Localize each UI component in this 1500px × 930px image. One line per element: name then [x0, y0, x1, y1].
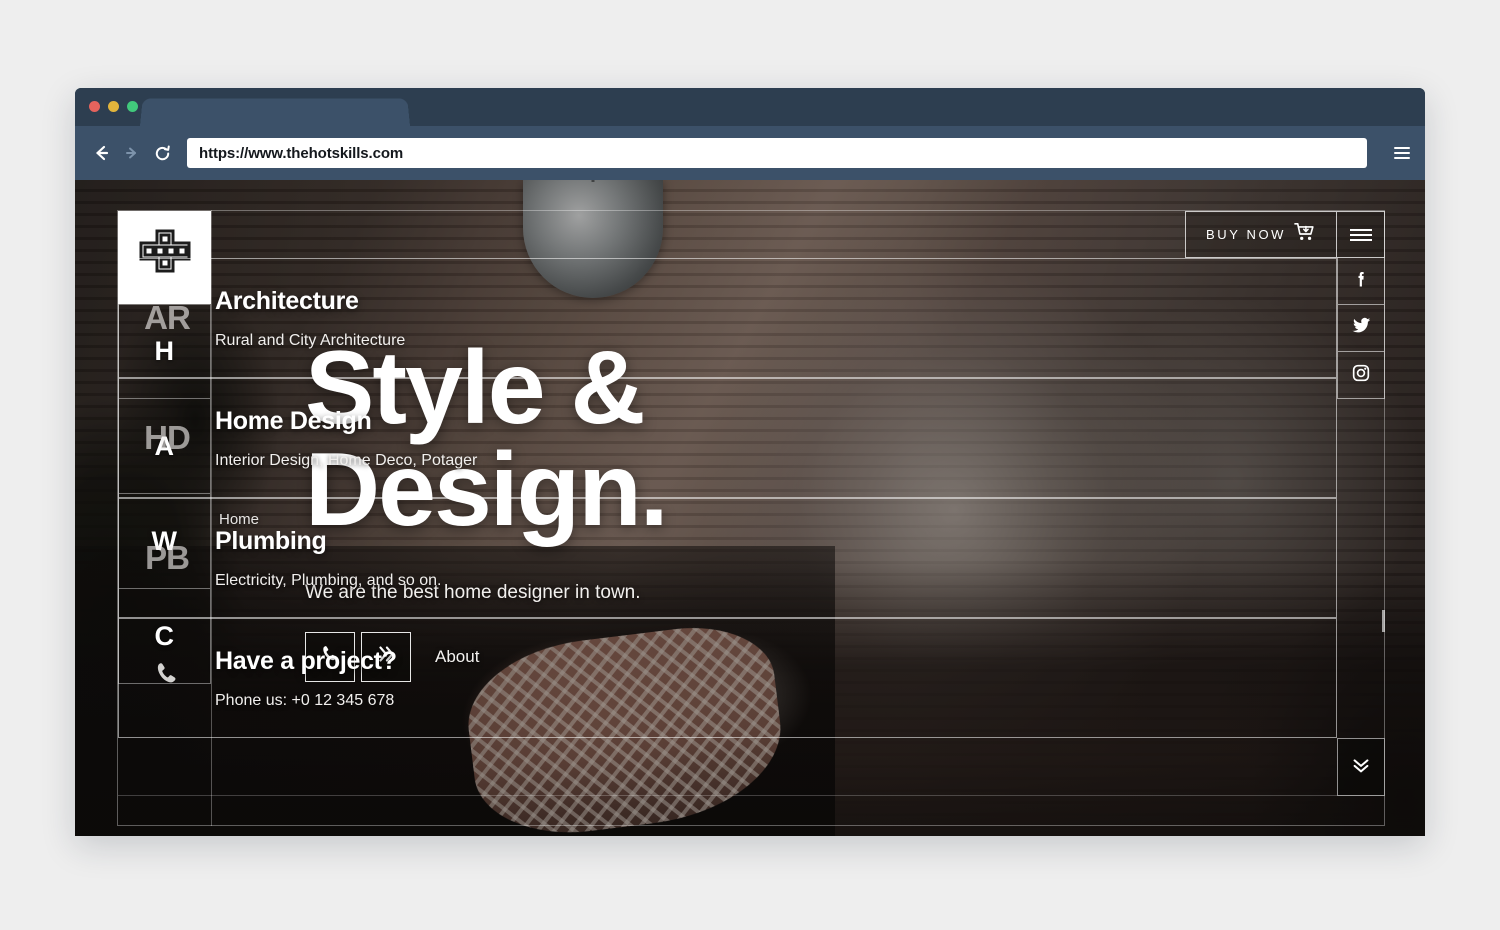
page-viewport: H A W C Home Style & Design. We are the …	[75, 180, 1425, 836]
hero-title-line-2: Design.	[305, 431, 669, 548]
page-scrollbar-thumb[interactable]	[1382, 610, 1385, 632]
cross-grid-logo-icon	[135, 225, 195, 290]
back-arrow-icon[interactable]	[87, 138, 117, 168]
hamburger-menu-icon	[1349, 226, 1372, 244]
sidebar-item-w[interactable]: W	[118, 494, 211, 589]
buy-now-label: BUY NOW	[1205, 227, 1287, 242]
browser-toolbar: https://www.thehotskills.com	[75, 126, 1425, 180]
hero-subtitle: We are the best home designer in town.	[305, 581, 641, 603]
twitter-icon	[1350, 315, 1372, 342]
hamburger-menu-icon	[1394, 147, 1410, 159]
window-controls	[89, 101, 138, 112]
twitter-link[interactable]	[1337, 305, 1385, 352]
scroll-down-button[interactable]	[1337, 738, 1385, 796]
next-button[interactable]	[361, 631, 411, 682]
instagram-link[interactable]	[1337, 352, 1385, 399]
address-bar[interactable]: https://www.thehotskills.com	[187, 138, 1367, 168]
maximize-window-button[interactable]	[127, 101, 138, 112]
sidebar-letter: A	[154, 430, 175, 461]
sidebar-letter: W	[151, 525, 178, 556]
buy-now-button[interactable]: BUY NOW	[1185, 211, 1337, 258]
vertical-letter-nav: H A W C	[118, 304, 211, 684]
page-title: Style & Design.	[305, 336, 945, 542]
about-link[interactable]: About	[435, 647, 479, 667]
minimize-window-button[interactable]	[108, 101, 119, 112]
facebook-icon	[1351, 269, 1371, 294]
screenshot-root: https://www.thehotskills.com H A W C Hom…	[0, 0, 1500, 930]
social-links	[1337, 258, 1385, 399]
hero-section: Style & Design. We are the best home des…	[305, 336, 945, 682]
bottom-divider-line	[118, 795, 1385, 796]
hero-cta-group: About	[305, 631, 945, 682]
browser-window: https://www.thehotskills.com H A W C Hom…	[75, 88, 1425, 836]
close-window-button[interactable]	[89, 101, 100, 112]
forward-arrow-icon[interactable]	[117, 138, 147, 168]
shopping-cart-icon	[1294, 222, 1316, 247]
phone-icon	[319, 643, 341, 670]
site-logo[interactable]	[118, 211, 211, 304]
instagram-icon	[1351, 363, 1371, 388]
double-chevron-right-icon	[375, 643, 397, 670]
breadcrumb[interactable]: Home	[219, 511, 259, 528]
hero-title-line-1: Style &	[305, 330, 646, 446]
browser-titlebar	[75, 88, 1425, 126]
site-menu-button[interactable]	[1337, 211, 1385, 258]
sidebar-letter: H	[154, 336, 175, 366]
url-text: https://www.thehotskills.com	[199, 144, 404, 162]
sidebar-item-h[interactable]: H	[118, 304, 211, 399]
double-chevron-down-icon	[1350, 754, 1372, 781]
facebook-link[interactable]	[1337, 258, 1385, 305]
sidebar-divider-line	[211, 210, 212, 826]
browser-tab[interactable]	[140, 98, 410, 126]
sidebar-item-a[interactable]: A	[118, 399, 211, 494]
sidebar-letter: C	[154, 620, 175, 651]
reload-icon[interactable]	[147, 138, 177, 168]
call-button[interactable]	[305, 631, 355, 682]
browser-menu-button[interactable]	[1379, 147, 1425, 159]
sidebar-item-c[interactable]: C	[118, 589, 211, 684]
